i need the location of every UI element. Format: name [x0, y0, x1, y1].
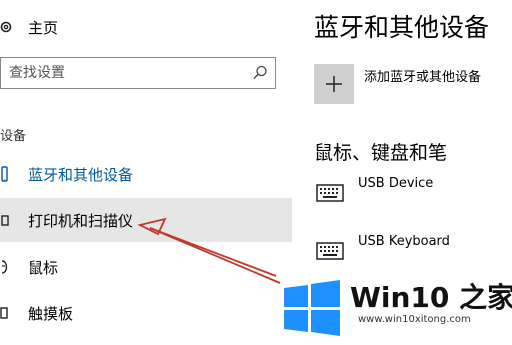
- plus-icon: [326, 76, 342, 92]
- sidebar-item-mouse[interactable]: 鼠标: [0, 245, 292, 289]
- sidebar-item-label: 鼠标: [28, 258, 59, 277]
- sidebar-item-label: 触摸板: [28, 304, 74, 323]
- keyboard-icon: [316, 242, 344, 260]
- page-title: 蓝牙和其他设备: [314, 13, 490, 42]
- add-device-label[interactable]: 添加蓝牙或其他设备: [364, 66, 481, 85]
- home-nav-item[interactable]: 主页: [0, 14, 58, 40]
- printer-icon: [1, 215, 9, 226]
- windows-logo-icon: [284, 280, 340, 336]
- keyboard-icon: [316, 184, 344, 202]
- gear-icon: [0, 21, 12, 33]
- search-input[interactable]: [9, 63, 245, 83]
- sidebar-item-printers[interactable]: 打印机和扫描仪: [0, 198, 292, 242]
- search-box[interactable]: [0, 57, 276, 89]
- mouse-icon: [1, 260, 8, 274]
- search-icon[interactable]: [251, 64, 269, 82]
- touchpad-icon: [0, 307, 8, 319]
- section-heading-mouse-keyboard: 鼠标、键盘和笔: [314, 142, 448, 164]
- watermark-url: www.win10xitong.com: [358, 314, 471, 325]
- device-name: USB Keyboard: [358, 234, 450, 249]
- bluetooth-devices-icon: [1, 166, 8, 182]
- home-label: 主页: [28, 18, 59, 37]
- sidebar-item-label: 打印机和扫描仪: [28, 211, 134, 230]
- add-device-button[interactable]: [314, 64, 354, 104]
- section-label-devices: 设备: [0, 129, 27, 144]
- watermark-brand: Win10 之家: [350, 281, 512, 314]
- sidebar-item-label: 蓝牙和其他设备: [28, 165, 134, 184]
- sidebar-item-bluetooth[interactable]: 蓝牙和其他设备: [0, 152, 292, 196]
- sidebar-item-touchpad[interactable]: 触摸板: [0, 291, 292, 335]
- sidebar: 主页 设备 蓝牙和其他设备 打印机和扫描仪 鼠标 触摸板: [0, 0, 292, 345]
- device-name: USB Device: [358, 176, 434, 191]
- watermark-logo: Win10 之家 www.win10xitong.com: [280, 272, 512, 345]
